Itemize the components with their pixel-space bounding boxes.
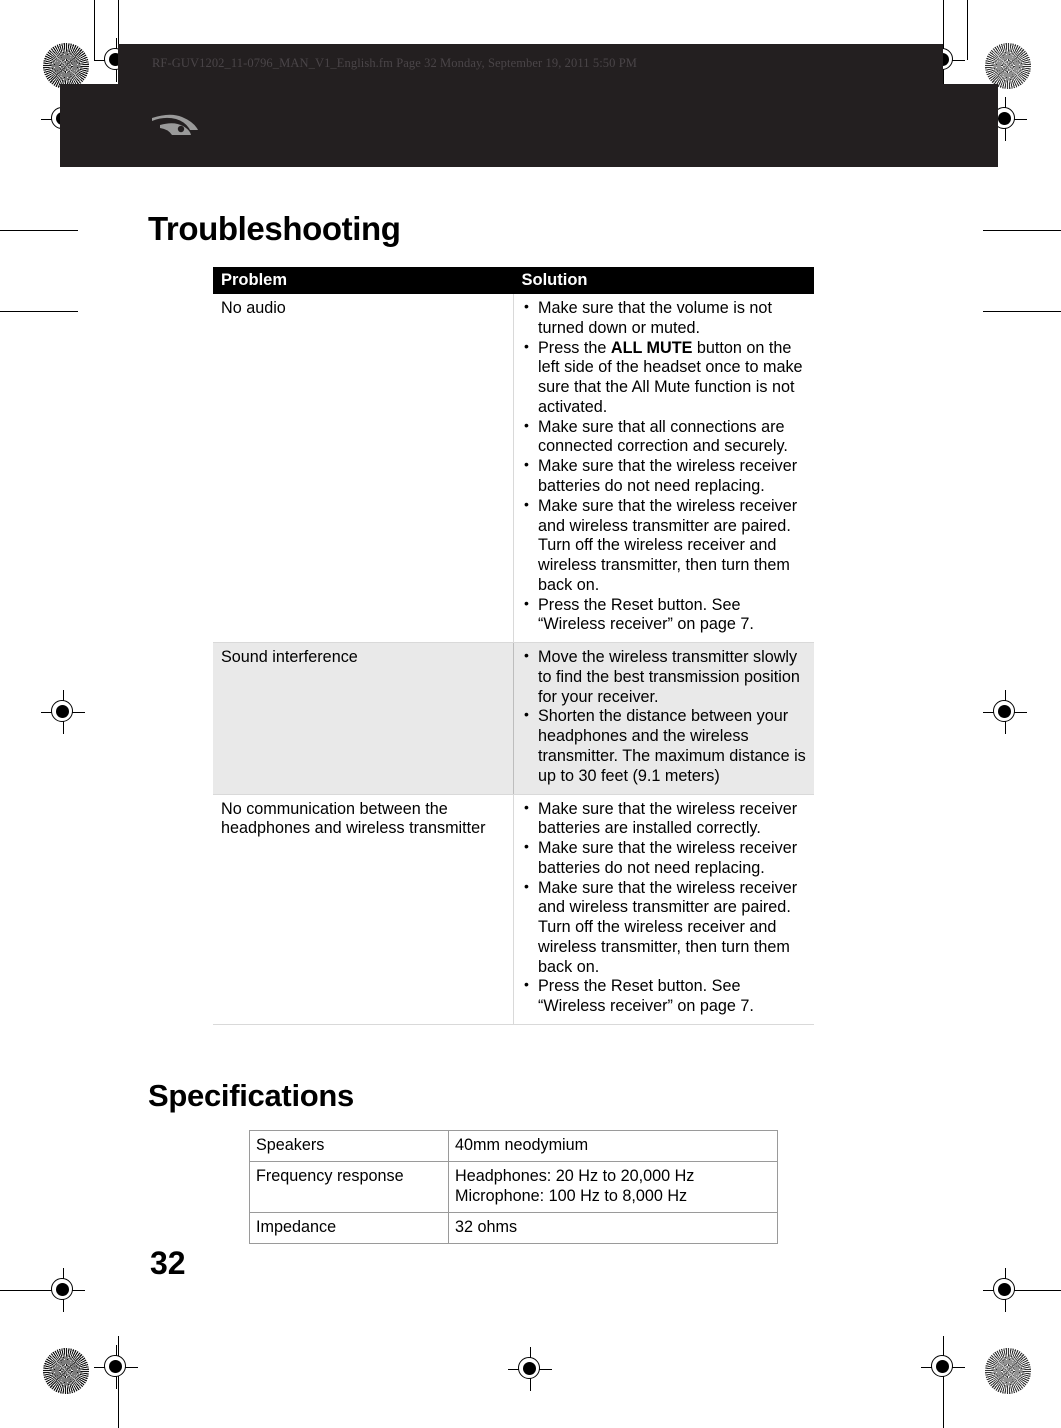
table-row: No communication between the headphones …: [213, 794, 814, 1025]
crop-line-right-horizontal-2: [983, 311, 1061, 312]
solution-list-item: Make sure that the wireless receiver bat…: [522, 456, 808, 497]
spec-row: Speakers 40mm neodymium: [249, 1129, 778, 1163]
problem-text: Sound interference: [221, 648, 358, 667]
solution-text-pre: Shorten the distance between your headph…: [538, 707, 806, 785]
spec-key: Speakers: [249, 1129, 449, 1163]
spec-key: Frequency response: [249, 1161, 449, 1214]
solution-text-pre: Make sure that the wireless receiver and…: [538, 878, 798, 976]
table-header-row: Problem Solution: [213, 267, 814, 295]
solution-text-pre: Make sure that the wireless receiver bat…: [538, 799, 798, 838]
solution-list-item: Shorten the distance between your headph…: [522, 706, 808, 786]
solution-list-item: Press the ALL MUTE button on the left si…: [522, 338, 808, 418]
page-title: Troubleshooting: [148, 210, 401, 247]
spec-value-line-1: 40mm neodymium: [455, 1136, 589, 1154]
solution-text-pre: Make sure that the volume is not turned …: [538, 299, 772, 337]
spec-value-line-2: Microphone: 100 Hz to 8,000 Hz: [455, 1187, 688, 1206]
crop-line-top-right-vertical-2: [967, 0, 968, 60]
registration-cross-bottom-left: [94, 1345, 138, 1389]
column-header-problem: Problem: [213, 267, 514, 295]
solution-list-item: Make sure that the wireless receiver and…: [522, 496, 808, 596]
spec-row: Frequency response Headphones: 20 Hz to 2…: [249, 1161, 778, 1214]
specifications-table-body: Speakers 40mm neodymium Frequency response…: [249, 1129, 778, 1245]
solution-list: Make sure that the volume is not turned …: [522, 298, 808, 636]
solution-list-item: Make sure that all connections are conne…: [522, 417, 808, 458]
solution-text-emphasis: ALL MUTE: [610, 338, 693, 357]
solution-text-pre: Make sure that all connections are conne…: [538, 417, 788, 456]
solution-list: Make sure that the wireless receiver bat…: [522, 799, 808, 1017]
solution-list-item: Move the wireless transmitter slowly to …: [522, 647, 808, 707]
spec-row: Impedance 32 ohms: [249, 1212, 778, 1245]
solution-list-item: Make sure that the wireless receiver and…: [522, 878, 808, 978]
troubleshooting-table-body: No audio Make sure that the volume is not…: [213, 294, 814, 1025]
table-row: No audio Make sure that the volume is not…: [213, 294, 814, 644]
registration-star-bottom-left: [43, 1348, 89, 1394]
problem-text: No communication between the headphones …: [221, 799, 486, 838]
solution-list-item: Make sure that the wireless receiver bat…: [522, 838, 808, 879]
problem-text: No audio: [221, 299, 286, 318]
solution-list-item: Make sure that the volume is not turned …: [522, 298, 808, 339]
problem-cell: No communication between the headphones …: [213, 794, 514, 1025]
spec-value-line-1: Headphones: 20 Hz to 20,000 Hz: [455, 1167, 695, 1186]
specifications-title: Specifications: [148, 1078, 354, 1113]
spec-value-line-1: 32 ohms: [455, 1218, 518, 1237]
crop-line-left-horizontal: [0, 230, 78, 231]
solution-cell: Move the wireless transmitter slowly to …: [513, 642, 814, 795]
solution-cell: Make sure that the volume is not turned …: [513, 294, 814, 644]
crop-line-left-horizontal-2: [0, 311, 78, 312]
solution-cell: Make sure that the wireless receiver bat…: [513, 794, 814, 1025]
document-filename-header: RF-GUV1202_11-0796_MAN_V1_English.fm Pag…: [152, 56, 637, 70]
registration-star-top-right: [985, 43, 1031, 89]
registration-cross-left-middle: [41, 690, 85, 734]
registration-star-top-left: [43, 43, 89, 89]
crop-line-right-horizontal: [983, 230, 1061, 231]
solution-text-pre: Make sure that the wireless receiver and…: [538, 496, 798, 594]
registration-cross-bottom-right: [921, 1345, 965, 1389]
spec-value: Headphones: 20 Hz to 20,000 Hz Microphone…: [448, 1161, 778, 1214]
specifications-table: Speakers 40mm neodymium Frequency response…: [249, 1129, 778, 1245]
solution-text-pre: Press the: [538, 338, 611, 357]
page-number: 32: [150, 1245, 186, 1281]
registration-cross-right-lower: [983, 1268, 1027, 1312]
registration-cross-bottom-center: [508, 1347, 552, 1391]
solution-text-pre: Press the Reset button. See “Wireless re…: [538, 595, 754, 634]
spec-value: 40mm neodymium: [448, 1129, 778, 1163]
solution-text-pre: Press the Reset button. See “Wireless re…: [538, 977, 754, 1016]
solution-list: Move the wireless transmitter slowly to …: [522, 647, 808, 786]
solution-text-pre: Make sure that the wireless receiver bat…: [538, 839, 798, 877]
spec-key: Impedance: [249, 1212, 449, 1245]
solution-text-pre: Make sure that the wireless receiver bat…: [538, 457, 798, 496]
solution-text-pre: Move the wireless transmitter slowly to …: [538, 648, 800, 706]
troubleshooting-table: Problem Solution No audio Make sure that …: [213, 267, 814, 1025]
rocketfish-logo: [150, 108, 212, 142]
registration-cross-left-lower: [41, 1268, 85, 1312]
column-header-solution: Solution: [513, 267, 814, 295]
registration-cross-right-middle: [983, 690, 1027, 734]
solution-list-item: Press the Reset button. See “Wireless re…: [522, 595, 808, 636]
solution-list-item: Press the Reset button. See “Wireless re…: [522, 976, 808, 1017]
registration-star-bottom-right: [985, 1348, 1031, 1394]
problem-cell: Sound interference: [213, 642, 514, 795]
table-row: Sound interference Move the wireless tran…: [213, 642, 814, 795]
solution-list-item: Make sure that the wireless receiver bat…: [522, 799, 808, 840]
problem-cell: No audio: [213, 294, 514, 644]
spec-value: 32 ohms: [448, 1212, 778, 1245]
